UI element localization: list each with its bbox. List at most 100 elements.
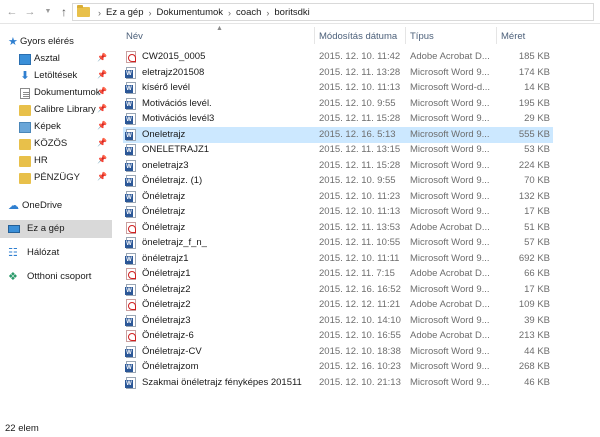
- table-row[interactable]: önéletrajz1 2015. 12. 10. 11:11 Microsoft …: [123, 251, 553, 267]
- table-row[interactable]: Önéletrajz2 2015. 12. 16. 16:52 Microsoft …: [123, 282, 553, 298]
- address-bar: ← → ▼ ↑ › Ez a gép › Dokumentumok › coac…: [0, 0, 600, 24]
- table-row[interactable]: Szakmai önéletrajz fényképes 201511 2015.…: [123, 375, 553, 391]
- back-arrow-icon[interactable]: ←: [4, 4, 20, 20]
- file-name: Önéletrajzom: [142, 361, 199, 372]
- table-row[interactable]: Önéletrajz 2015. 12. 10. 11:13 Microsoft W…: [123, 204, 553, 220]
- table-row[interactable]: CW2015_0005 2015. 12. 10. 11:42 Adobe Acro…: [123, 49, 553, 65]
- file-size: 185 KB: [518, 51, 550, 62]
- file-type: Microsoft Word 9...: [410, 144, 490, 155]
- file-size: 224 KB: [518, 159, 550, 171]
- column-header-type[interactable]: Típus: [410, 31, 434, 42]
- breadcrumb-separator-icon[interactable]: ›: [266, 8, 269, 18]
- network-icon: ☷: [8, 247, 18, 259]
- file-modified-date: 2015. 12. 11. 13:15: [319, 144, 401, 155]
- file-type: Microsoft Word 9...: [410, 175, 490, 186]
- sidebar-item-desktop[interactable]: Asztal 📌: [0, 50, 112, 68]
- sidebar-item-network[interactable]: ☷ Hálózat: [0, 244, 112, 262]
- file-modified-date: 2015. 12. 10. 11:11: [319, 252, 400, 264]
- file-modified-date: 2015. 12. 10. 11:13: [319, 206, 401, 217]
- file-size: 213 KB: [518, 330, 550, 341]
- file-type: Microsoft Word 9...: [410, 237, 490, 248]
- table-row[interactable]: eletrajz201508 2015. 12. 11. 13:28 Microso…: [123, 65, 553, 81]
- table-row[interactable]: Önéletrajz2 2015. 12. 12. 11:21 Adobe Acro…: [123, 297, 553, 313]
- sidebar-item-homegroup[interactable]: ❖ Otthoni csoport: [0, 268, 112, 286]
- file-name: Önéletrajz-6: [142, 330, 194, 341]
- file-name: Motivációs levél.: [142, 97, 212, 109]
- file-modified-date: 2015. 12. 10. 11:13: [319, 82, 401, 93]
- sidebar-item-label: Ez a gép: [27, 223, 65, 234]
- table-row[interactable]: oneletrajz3 2015. 12. 11. 15:28 Microsoft …: [123, 158, 553, 174]
- breadcrumb-separator-icon[interactable]: ›: [98, 8, 101, 18]
- pin-icon[interactable]: 📌: [97, 87, 107, 96]
- table-row[interactable]: Önéletrajz3 2015. 12. 10. 14:10 Microsoft …: [123, 313, 553, 329]
- column-header-size[interactable]: Méret: [501, 31, 525, 42]
- file-modified-date: 2015. 12. 16. 5:13: [319, 128, 396, 140]
- sidebar-item-downloads[interactable]: ⬇ Letöltések 📌: [0, 67, 112, 85]
- file-name: oneletrajz3: [142, 159, 189, 171]
- pin-icon[interactable]: 📌: [97, 70, 107, 79]
- table-row[interactable]: ONELETRAJZ1 2015. 12. 11. 13:15 Microsoft …: [123, 142, 553, 158]
- column-divider[interactable]: [496, 27, 497, 44]
- navigation-pane: ★ Gyors elérés Asztal 📌 ⬇ Letöltések 📌 D…: [0, 25, 112, 417]
- table-row[interactable]: Oneletrajz 2015. 12. 16. 5:13 Microsoft Wo…: [123, 126, 553, 143]
- column-header-name[interactable]: Név: [126, 31, 143, 42]
- sidebar-item-hr[interactable]: HR 📌: [0, 152, 112, 170]
- table-row[interactable]: Önéletrajz-CV 2015. 12. 10. 18:38 Microsof…: [123, 344, 553, 360]
- file-type: Microsoft Word 9...: [410, 314, 490, 326]
- column-header-date[interactable]: Módosítás dátuma: [319, 31, 397, 42]
- pin-icon[interactable]: 📌: [97, 104, 107, 113]
- table-row[interactable]: Önéletrajz-6 2015. 12. 10. 16:55 Adobe Acr…: [123, 328, 553, 344]
- word-document-icon: [125, 206, 136, 218]
- table-row[interactable]: Önéletrajz1 2015. 12. 11. 7:15 Adobe Acrob…: [123, 266, 553, 282]
- pin-icon[interactable]: 📌: [97, 155, 107, 164]
- breadcrumb-item[interactable]: coach: [236, 7, 261, 18]
- table-row[interactable]: kísérő levél 2015. 12. 10. 11:13 Microsoft…: [123, 80, 553, 96]
- pin-icon[interactable]: 📌: [97, 121, 107, 130]
- recent-locations-chevron-icon[interactable]: ▼: [40, 4, 56, 20]
- table-row[interactable]: Motivációs levél3 2015. 12. 11. 15:28 Micr…: [123, 111, 553, 127]
- breadcrumb-separator-icon[interactable]: ›: [149, 8, 152, 18]
- file-type: Microsoft Word 9...: [410, 206, 490, 217]
- word-document-icon: [125, 144, 136, 156]
- sidebar-item-pictures[interactable]: Képek 📌: [0, 118, 112, 136]
- file-type: Microsoft Word 9...: [410, 128, 490, 140]
- word-document-icon: [125, 283, 136, 296]
- file-name: kísérő levél: [142, 82, 191, 93]
- table-row[interactable]: öneletrajz_f_n_ 2015. 12. 11. 10:55 Micros…: [123, 235, 553, 251]
- forward-arrow-icon[interactable]: →: [22, 4, 38, 20]
- pin-icon[interactable]: 📌: [97, 138, 107, 147]
- sidebar-item-kozos[interactable]: KÖZÖS 📌: [0, 135, 112, 153]
- file-type: Microsoft Word-d...: [410, 82, 491, 93]
- sidebar-item-quick-access[interactable]: ★ Gyors elérés: [0, 33, 112, 51]
- table-row[interactable]: Önéletrajz 2015. 12. 11. 13:53 Adobe Acrob…: [123, 220, 553, 236]
- sidebar-item-label: KÖZÖS: [34, 138, 68, 149]
- file-size: 268 KB: [518, 361, 550, 372]
- sidebar-item-onedrive[interactable]: ☁ OneDrive: [0, 197, 112, 215]
- table-row[interactable]: Önéletrajz 2015. 12. 10. 11:23 Microsoft W…: [123, 189, 553, 205]
- word-document-icon: [125, 252, 136, 265]
- breadcrumb-item[interactable]: Ez a gép: [106, 7, 144, 18]
- file-type: Microsoft Word 9...: [410, 252, 490, 264]
- breadcrumb-item[interactable]: boritsdki: [274, 7, 309, 18]
- breadcrumb-separator-icon[interactable]: ›: [228, 8, 231, 18]
- pin-icon[interactable]: 📌: [97, 172, 107, 181]
- table-row[interactable]: Önéletrajz. (1) 2015. 12. 10. 9:55 Microso…: [123, 173, 553, 189]
- word-document-icon: [125, 97, 136, 110]
- file-name: Önéletrajz-CV: [142, 345, 202, 357]
- column-divider[interactable]: [405, 27, 406, 44]
- file-name: Önéletrajz: [142, 206, 186, 217]
- sidebar-item-documents[interactable]: Dokumentumok 📌: [0, 84, 112, 102]
- column-divider[interactable]: [314, 27, 315, 44]
- table-row[interactable]: Motivációs levél. 2015. 12. 10. 9:55 Micro…: [123, 96, 553, 112]
- table-row[interactable]: Önéletrajzom 2015. 12. 16. 10:23 Microsoft…: [123, 359, 553, 375]
- sidebar-item-calibre-library[interactable]: Calibre Library 📌: [0, 101, 112, 119]
- file-type: Microsoft Word 9...: [410, 66, 490, 78]
- up-arrow-icon[interactable]: ↑: [56, 4, 72, 20]
- sidebar-item-this-pc[interactable]: Ez a gép: [0, 220, 112, 238]
- column-header-row: ▲ Név Módosítás dátuma Típus Méret: [112, 25, 600, 47]
- breadcrumb[interactable]: › Ez a gép › Dokumentumok › coach › bori…: [72, 3, 594, 21]
- pin-icon[interactable]: 📌: [97, 53, 107, 62]
- file-size: 692 KB: [518, 252, 550, 264]
- sidebar-item-penzugy[interactable]: PÉNZÜGY 📌: [0, 169, 112, 187]
- breadcrumb-item[interactable]: Dokumentumok: [157, 7, 224, 18]
